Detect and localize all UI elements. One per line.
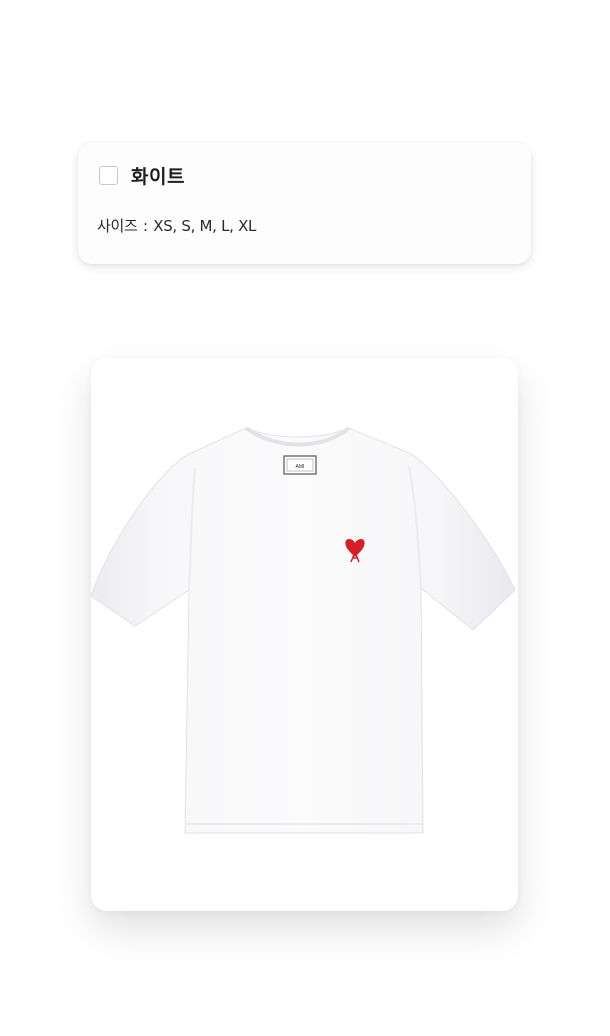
option-name: 화이트 (131, 166, 185, 188)
option-checkbox[interactable] (99, 166, 118, 185)
tshirt-body (91, 427, 516, 834)
product-image-card[interactable]: AMI (91, 358, 518, 911)
size-separator: : (142, 217, 148, 235)
neck-label-tag: AMI (283, 455, 317, 475)
svg-text:AMI: AMI (296, 464, 305, 470)
size-values: XS, S, M, L, XL (153, 217, 257, 235)
color-option-card: 화이트 사이즈 : XS, S, M, L, XL (78, 143, 531, 264)
tshirt-image: AMI (91, 426, 516, 834)
size-label: 사이즈 (97, 217, 138, 235)
size-info: 사이즈 : XS, S, M, L, XL (97, 215, 256, 236)
color-option-white[interactable]: 화이트 (99, 162, 185, 189)
